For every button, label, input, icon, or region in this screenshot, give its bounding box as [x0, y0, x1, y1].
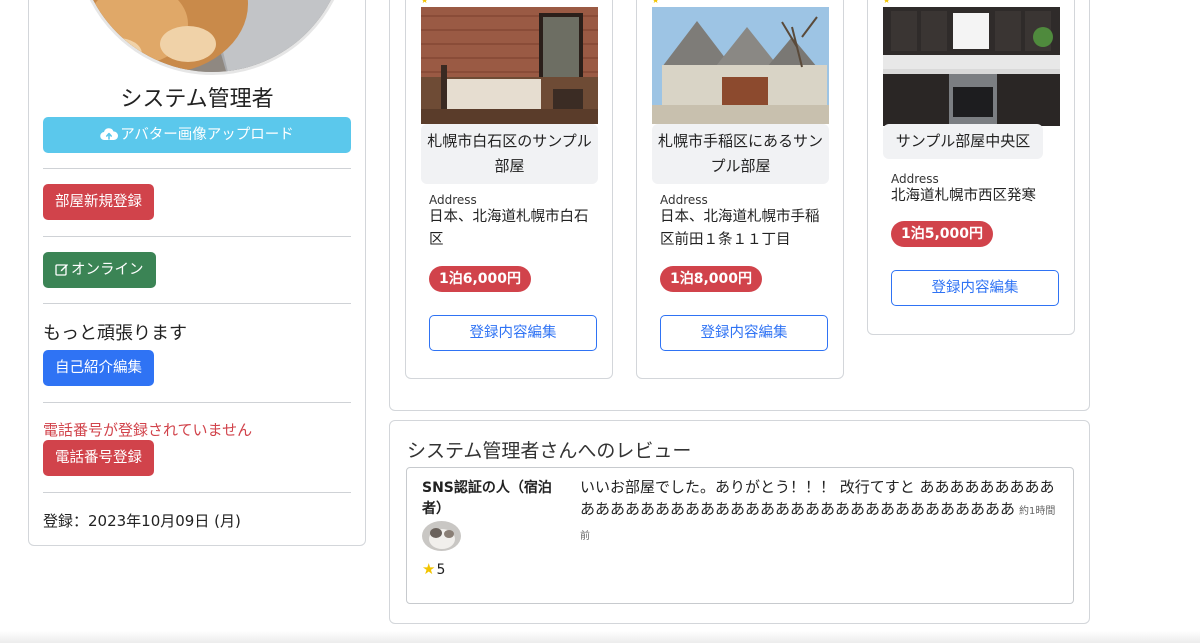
rooms-panel: ★ 札幌市白石区のサンプル部屋 Address 日本、北海道札幌市白石区 1泊6…: [389, 0, 1090, 411]
address-value: 北海道札幌市西区発寒: [891, 188, 1036, 204]
registered-date: 登録：2023年10月09日 (月): [43, 512, 241, 530]
room-photo[interactable]: [421, 7, 598, 124]
divider: [43, 402, 351, 403]
address-label: Address: [660, 193, 708, 207]
star-icon: ★: [422, 560, 436, 578]
reviews-panel: システム管理者さんへのレビュー SNS認証の人（宿泊者） ★5 いいお部屋でした…: [389, 420, 1090, 624]
edit-intro-button[interactable]: 自己紹介編集: [43, 350, 154, 386]
room-title: 札幌市白石区のサンプル部屋: [421, 124, 598, 184]
cloud-upload-icon: [100, 120, 119, 156]
room-title: 札幌市手稲区にあるサンプル部屋: [652, 124, 829, 184]
room-photo[interactable]: [652, 7, 829, 124]
reviewer-avatar[interactable]: [422, 521, 461, 551]
divider: [43, 492, 351, 493]
register-phone-button[interactable]: 電話番号登録: [43, 440, 154, 476]
price-badge: 1泊6,000円: [429, 266, 532, 292]
register-room-button[interactable]: 部屋新規登録: [43, 184, 154, 220]
pencil-square-icon: [55, 254, 69, 290]
room-card: ★ 札幌市白石区のサンプル部屋 Address 日本、北海道札幌市白石区 1泊6…: [405, 0, 613, 379]
avatar: [75, 0, 349, 75]
star-icon: ★: [883, 0, 891, 5]
star-icon: ★: [652, 0, 660, 5]
divider: [43, 236, 351, 237]
star-icon: ★: [421, 0, 429, 5]
address-label: Address: [429, 193, 477, 207]
price-badge: 1泊8,000円: [660, 266, 763, 292]
review-text: いいお部屋でした。ありがとう！！！ 改行てすと ああああああああああああああああ…: [580, 476, 1065, 548]
avatar-upload-label: アバター画像アップロード: [120, 127, 294, 143]
edit-room-button[interactable]: 登録内容編集: [660, 315, 828, 351]
divider: [43, 303, 351, 304]
divider: [43, 168, 351, 169]
profile-sidebar: システム管理者 アバター画像アップロード 部屋新規登録 オンライン もっと頑張り…: [28, 0, 366, 546]
room-photo[interactable]: [883, 7, 1060, 126]
online-button[interactable]: オンライン: [43, 252, 156, 288]
reviewer-name[interactable]: SNS認証の人（宿泊者）: [422, 478, 552, 520]
room-title: サンプル部屋中央区: [883, 124, 1043, 159]
rating-value: 5: [436, 562, 446, 578]
address-value: 日本、北海道札幌市白石区: [429, 209, 589, 248]
review-card: SNS認証の人（宿泊者） ★5 いいお部屋でした。ありがとう！！！ 改行てすと …: [406, 467, 1074, 604]
phone-warning: 電話番号が登録されていません: [43, 421, 253, 439]
avatar-upload-button[interactable]: アバター画像アップロード: [43, 117, 351, 153]
room-card: ★ サンプル部屋中央区 Address 北海道札幌市西区発寒 1泊5,000円 …: [867, 0, 1075, 335]
review-body: いいお部屋でした。ありがとう！！！ 改行てすと ああああああああああああああああ…: [580, 478, 1055, 518]
address-label: Address: [891, 172, 939, 186]
profile-motto: もっと頑張ります: [43, 323, 187, 344]
online-label: オンライン: [71, 262, 144, 278]
review-rating: ★5: [422, 560, 445, 578]
avatar-image: [78, 0, 346, 72]
edit-room-button[interactable]: 登録内容編集: [891, 270, 1059, 306]
address-value: 日本、北海道札幌市手稲区前田１条１１丁目: [660, 209, 820, 248]
bottom-shade: [0, 631, 1200, 643]
reviews-title: システム管理者さんへのレビュー: [407, 440, 692, 462]
edit-room-button[interactable]: 登録内容編集: [429, 315, 597, 351]
price-badge: 1泊5,000円: [891, 221, 994, 247]
room-card: ★ 札幌市手稲区にあるサンプル部屋 Address 日本、北海道札幌市手稲区前田…: [636, 0, 844, 379]
profile-name: システム管理者: [120, 87, 274, 112]
